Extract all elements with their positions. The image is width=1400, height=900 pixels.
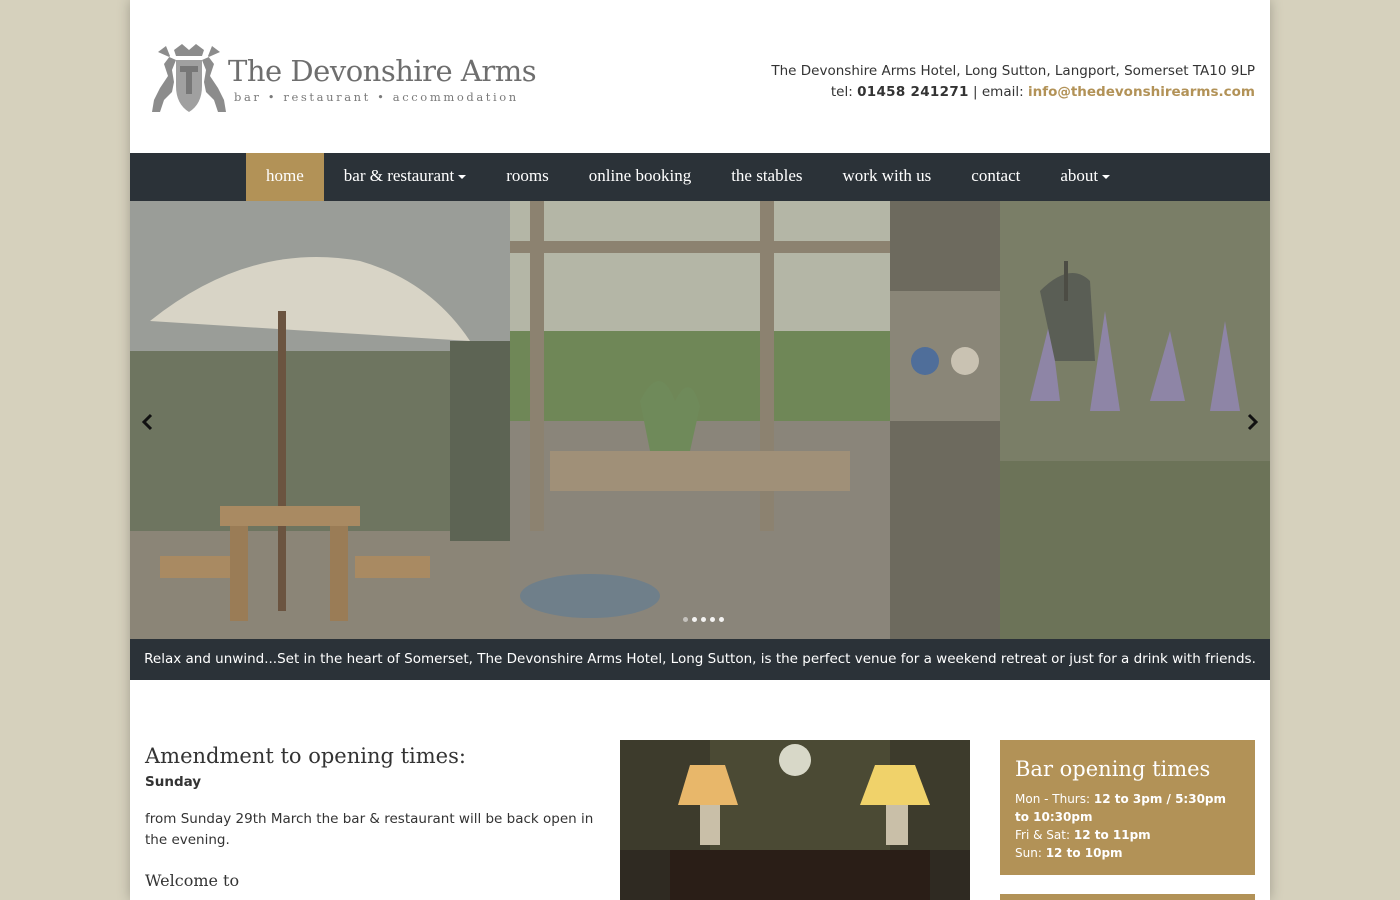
nav-label: home <box>266 166 304 185</box>
nav-label: about <box>1060 166 1099 185</box>
hours-times: 12 to 11pm <box>1073 828 1151 842</box>
day-label: Sunday <box>145 774 202 790</box>
email-label: email: <box>981 84 1024 100</box>
amendment-heading: Amendment to opening times: <box>145 744 466 768</box>
hours-times: 12 to 10pm <box>1045 846 1123 860</box>
carousel-dot[interactable] <box>683 617 688 622</box>
carousel-dot[interactable] <box>719 617 724 622</box>
chevron-right-icon <box>1247 413 1259 431</box>
hours-days: Mon - Thurs: <box>1015 792 1091 806</box>
nav-item-bar-restaurant[interactable]: bar & restaurant <box>324 153 486 201</box>
nav-item-contact[interactable]: contact <box>951 153 1040 201</box>
hours-days: Fri & Sat: <box>1015 828 1071 842</box>
main-nav: home bar & restaurant rooms online booki… <box>130 153 1270 201</box>
opening-hours-box: Bar opening times Mon - Thurs: 12 to 3pm… <box>1000 740 1255 875</box>
amendment-paragraph: from Sunday 29th March the bar & restaur… <box>145 811 594 848</box>
hours-days: Sun: <box>1015 846 1042 860</box>
nav-item-home[interactable]: home <box>246 153 324 201</box>
welcome-heading: Welcome to <box>145 871 240 890</box>
hours-row: Mon - Thurs: 12 to 3pm / 5:30pm to 10:30… <box>1015 790 1240 826</box>
nav-item-the-stables[interactable]: the stables <box>711 153 822 201</box>
site-header: The Devonshire Arms bar • restaurant • a… <box>130 0 1270 153</box>
contact-info: The Devonshire Arms Hotel, Long Sutton, … <box>771 61 1255 103</box>
crest-icon <box>152 44 226 112</box>
hours-title: Bar opening times <box>1015 757 1211 781</box>
hours-row: Sun: 12 to 10pm <box>1015 844 1240 862</box>
page-container: The Devonshire Arms bar • restaurant • a… <box>130 0 1270 900</box>
carousel-dot[interactable] <box>692 617 697 622</box>
news-section: Amendment to opening times: Sunday from … <box>145 740 600 890</box>
separator: | <box>973 84 978 100</box>
carousel-dot[interactable] <box>701 617 706 622</box>
nav-item-rooms[interactable]: rooms <box>486 153 569 201</box>
logo-name: The Devonshire Arms <box>228 54 537 88</box>
nav-label: bar & restaurant <box>343 166 455 185</box>
tel-label: tel: <box>830 84 853 100</box>
nav-item-about[interactable]: about <box>1040 153 1130 201</box>
nav-label: online booking <box>588 166 692 185</box>
slide-image-bar <box>890 201 1270 639</box>
carousel-caption: Relax and unwind...Set in the heart of S… <box>130 639 1270 680</box>
nav-item-work-with-us[interactable]: work with us <box>823 153 952 201</box>
hours-row: Fri & Sat: 12 to 11pm <box>1015 826 1240 844</box>
caret-down-icon <box>458 175 467 180</box>
chevron-left-icon <box>141 413 153 431</box>
tel-number[interactable]: 01458 241271 <box>857 84 969 100</box>
hours-list: Mon - Thurs: 12 to 3pm / 5:30pm to 10:30… <box>1015 790 1240 862</box>
slide-image-terrace <box>130 201 510 639</box>
caret-down-icon <box>1102 175 1111 180</box>
carousel-prev-button[interactable] <box>138 411 158 433</box>
nav-label: rooms <box>506 166 549 185</box>
slide-image-garden <box>510 201 890 639</box>
nav-label: the stables <box>731 166 803 185</box>
site-logo[interactable]: The Devonshire Arms bar • restaurant • a… <box>150 40 537 116</box>
carousel-indicators <box>683 617 724 622</box>
nav-label: contact <box>971 166 1021 185</box>
nav-items: home bar & restaurant rooms online booki… <box>246 153 1130 201</box>
restaurant-photo <box>620 740 970 900</box>
secondary-info-box <box>1000 894 1255 900</box>
address: The Devonshire Arms Hotel, Long Sutton, … <box>771 63 1255 79</box>
carousel-next-button[interactable] <box>1242 411 1262 433</box>
email-link[interactable]: info@thedevonshirearms.com <box>1028 84 1255 100</box>
nav-label: work with us <box>842 166 932 185</box>
nav-item-online-booking[interactable]: online booking <box>569 153 711 201</box>
phone-email-line: tel: 01458 241271 | email: info@thedevon… <box>771 82 1255 103</box>
logo-tagline: bar • restaurant • accommodation <box>234 90 519 104</box>
carousel-dot[interactable] <box>710 617 715 622</box>
hero-carousel[interactable] <box>130 201 1270 639</box>
